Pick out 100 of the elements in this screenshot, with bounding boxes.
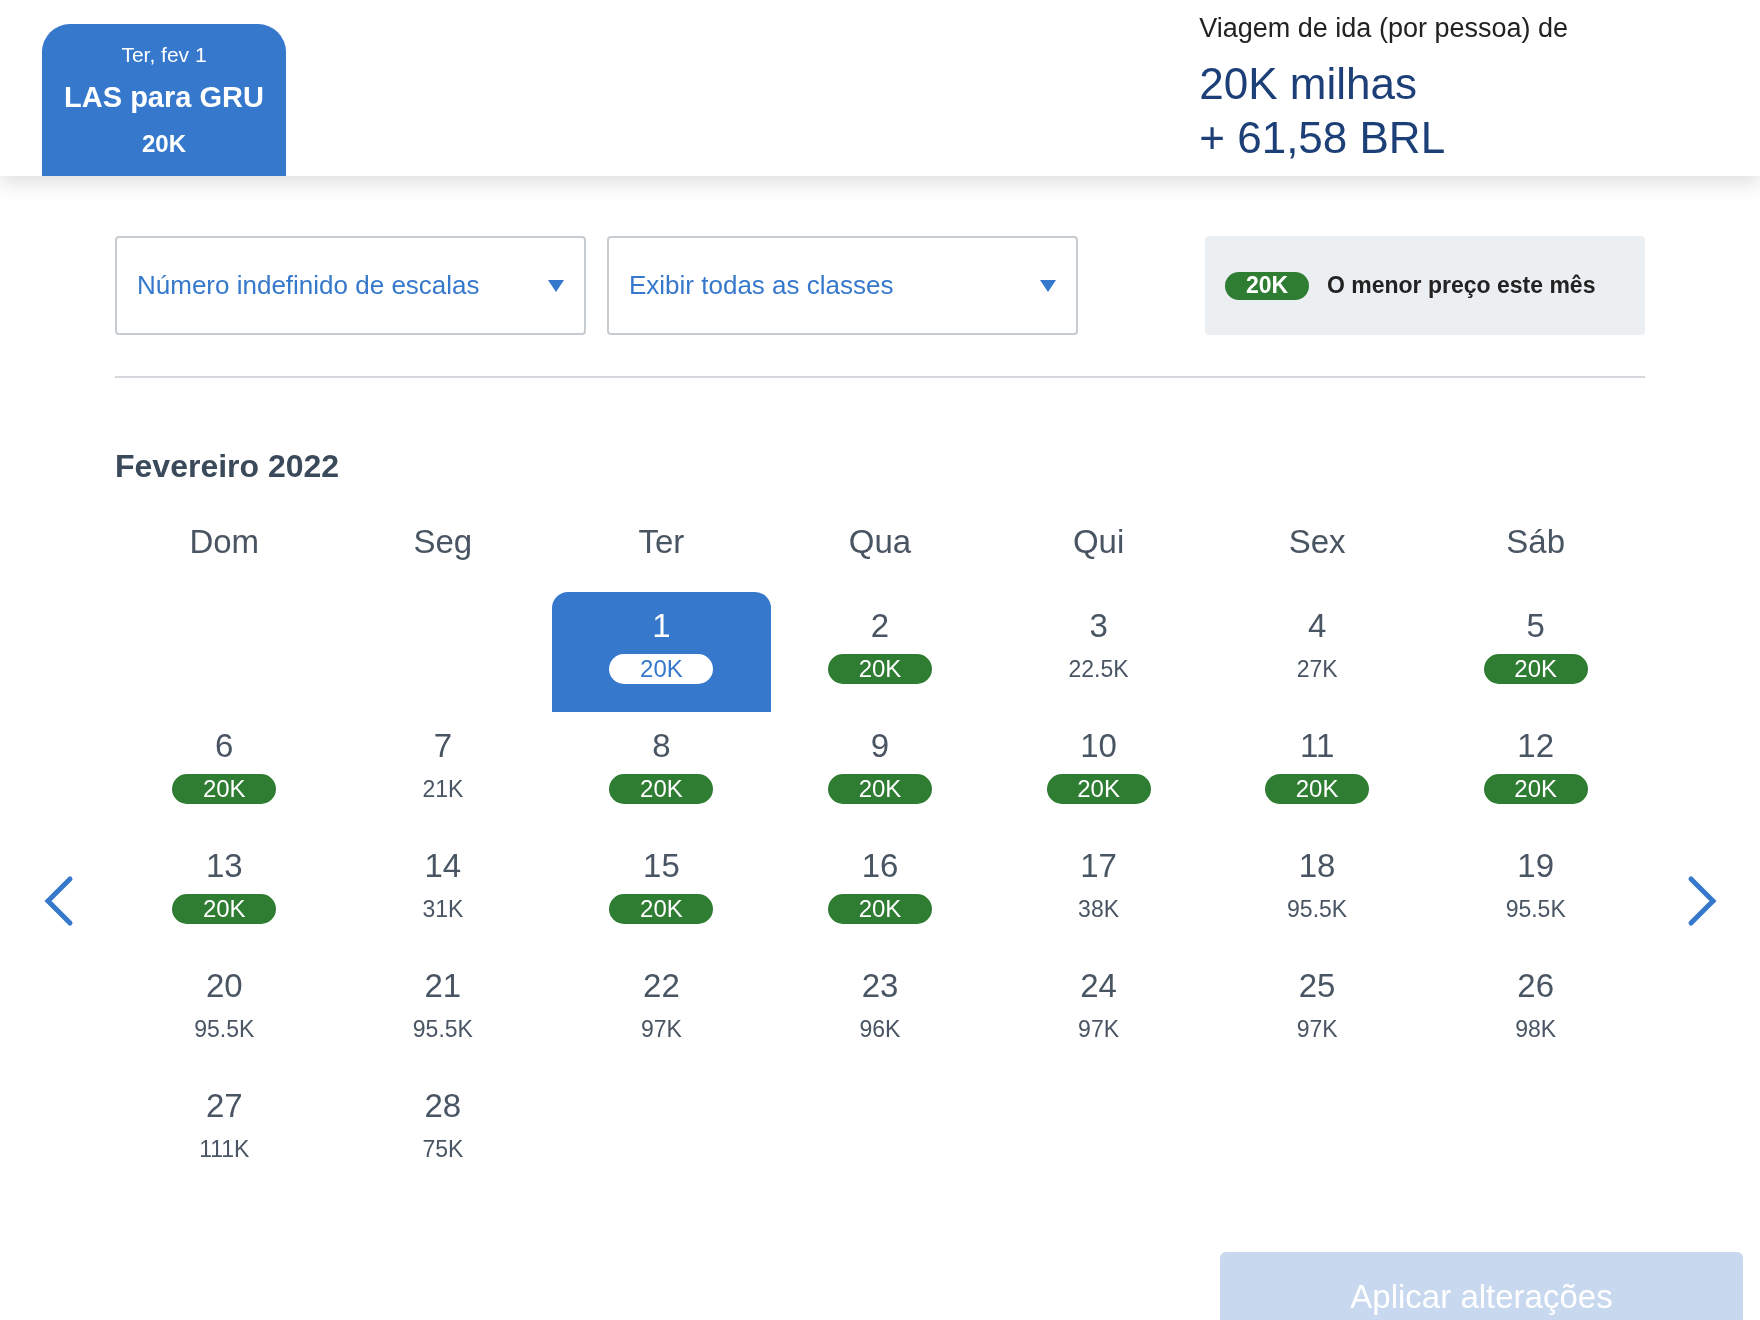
- calendar-day[interactable]: 24 97K: [989, 952, 1208, 1072]
- day-number: 19: [1517, 846, 1555, 886]
- day-number: 2: [870, 606, 890, 646]
- weekday-label: Qua: [847, 522, 913, 563]
- calendar-day[interactable]: 23 96K: [770, 952, 990, 1072]
- summary-label: Viagem de ida (por pessoa) de: [1199, 12, 1568, 45]
- day-price: 95.5K: [194, 1014, 255, 1044]
- day-price: 22.5K: [1068, 654, 1129, 684]
- day-number: 16: [861, 846, 899, 886]
- weekday-label: Dom: [188, 522, 261, 563]
- price-tag: 20K: [1046, 774, 1151, 804]
- calendar-day[interactable]: 10 20K: [989, 712, 1208, 832]
- trip-date: Ter, fev 1: [121, 41, 207, 68]
- price-tag: 20K: [828, 894, 932, 924]
- calendar-day[interactable]: 15 20K: [552, 832, 771, 952]
- calendar-day[interactable]: 9 20K: [770, 712, 990, 832]
- price-tag: 20K: [828, 654, 932, 684]
- weekday-label: Sex: [1287, 522, 1347, 563]
- day-number: 27: [205, 1086, 243, 1126]
- trip-tab[interactable]: Ter, fev 1 LAS para GRU 20K: [42, 24, 286, 176]
- calendar-day[interactable]: 25 97K: [1207, 952, 1427, 1072]
- calendar-day[interactable]: 26 98K: [1426, 952, 1645, 1072]
- day-number: 5: [1526, 606, 1545, 646]
- calendar-day[interactable]: 3 22.5K: [989, 592, 1208, 712]
- day-price: 97K: [1296, 1014, 1338, 1044]
- day-number: 24: [1080, 966, 1117, 1006]
- day-number: 21: [424, 966, 462, 1006]
- price-tag: 20K: [609, 774, 714, 804]
- day-number: 7: [433, 726, 453, 766]
- calendar-day[interactable]: 17 38K: [989, 832, 1208, 952]
- day-price: 97K: [640, 1014, 682, 1044]
- day-number: 26: [1517, 966, 1555, 1006]
- weekday-label: Sáb: [1505, 522, 1567, 563]
- day-price: 96K: [859, 1014, 901, 1044]
- day-number: 22: [643, 966, 680, 1006]
- calendar-day[interactable]: 4 27K: [1207, 592, 1427, 712]
- month-title: Fevereiro 2022: [115, 447, 341, 486]
- calendar-day[interactable]: 11 20K: [1207, 712, 1427, 832]
- day-price: 75K: [422, 1134, 464, 1164]
- day-number: 25: [1298, 966, 1336, 1006]
- weekday-label: Ter: [637, 522, 686, 563]
- price-tag: 20K: [1483, 654, 1588, 684]
- chevron-right-icon[interactable]: [1686, 875, 1719, 927]
- calendar-day[interactable]: 19 95.5K: [1426, 832, 1645, 952]
- price-tag: 20K: [609, 894, 714, 924]
- day-number: 18: [1298, 846, 1336, 886]
- day-number: 10: [1080, 726, 1117, 766]
- calendar-day[interactable]: 1 20K: [552, 592, 771, 712]
- calendar-day[interactable]: 7 21K: [333, 712, 553, 832]
- calendar-day[interactable]: 22 97K: [552, 952, 771, 1072]
- caret-icon: [548, 279, 564, 292]
- calendar-day[interactable]: 6 20K: [115, 712, 334, 832]
- day-number: 12: [1517, 726, 1555, 766]
- price-tag: 20K: [172, 894, 277, 924]
- day-price: 95.5K: [412, 1014, 473, 1044]
- day-price: 111K: [199, 1134, 250, 1164]
- day-number: 15: [643, 846, 680, 886]
- day-price: 31K: [422, 894, 464, 924]
- day-number: 6: [215, 726, 234, 766]
- day-number: 17: [1080, 846, 1117, 886]
- price-tag: 20K: [172, 774, 277, 804]
- day-price: 95.5K: [1505, 894, 1566, 924]
- calendar-day[interactable]: 21 95.5K: [333, 952, 553, 1072]
- calendar-day[interactable]: 14 31K: [333, 832, 553, 952]
- day-number: 3: [1089, 606, 1108, 646]
- day-number: 20: [205, 966, 243, 1006]
- legend-text: O menor preço este mês: [1327, 271, 1596, 301]
- day-price: 38K: [1078, 894, 1120, 924]
- calendar-day[interactable]: 12 20K: [1426, 712, 1645, 832]
- calendar-day[interactable]: 13 20K: [115, 832, 334, 952]
- day-number: 4: [1307, 606, 1327, 646]
- price-tag: 20K: [1483, 774, 1588, 804]
- weekday-label: Seg: [412, 522, 474, 563]
- trip-price: 20K: [142, 128, 186, 159]
- calendar-day[interactable]: 8 20K: [552, 712, 771, 832]
- filter-dropdown[interactable]: Exibir todas as classes: [607, 236, 1078, 335]
- day-number: 9: [870, 726, 890, 766]
- price-tag: 20K: [1225, 271, 1309, 300]
- price-tag: 20K: [1265, 774, 1370, 804]
- day-number: 28: [424, 1086, 462, 1126]
- calendar-day[interactable]: 27 111K: [115, 1072, 334, 1192]
- calendar-day[interactable]: 20 95.5K: [115, 952, 334, 1072]
- day-number: 8: [652, 726, 671, 766]
- day-price: 95.5K: [1287, 894, 1348, 924]
- trip-route: LAS para GRU: [64, 80, 264, 115]
- price-tag: 20K: [609, 654, 714, 684]
- filter-dropdown[interactable]: Número indefinido de escalas: [115, 236, 586, 335]
- calendar-day[interactable]: 2 20K: [770, 592, 990, 712]
- calendar-day[interactable]: 16 20K: [770, 832, 990, 952]
- day-price: 27K: [1296, 654, 1338, 684]
- weekday-label: Qui: [1071, 522, 1126, 563]
- day-price: 98K: [1515, 1014, 1557, 1044]
- calendar-day[interactable]: 18 95.5K: [1207, 832, 1427, 952]
- calendar-day[interactable]: 5 20K: [1426, 592, 1645, 712]
- caret-icon: [1040, 279, 1056, 292]
- day-number: 1: [652, 606, 671, 646]
- day-number: 11: [1300, 726, 1335, 766]
- price-tag: 20K: [828, 774, 932, 804]
- calendar-day[interactable]: 28 75K: [333, 1072, 553, 1192]
- day-number: 14: [424, 846, 462, 886]
